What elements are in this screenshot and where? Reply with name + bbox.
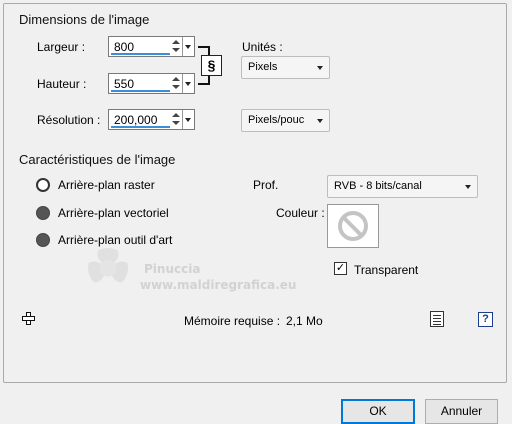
- transparent-checkbox[interactable]: ✓: [334, 262, 347, 275]
- help-icon[interactable]: ?: [478, 312, 493, 327]
- depth-label: Prof.: [253, 178, 279, 192]
- resolution-dropdown-button[interactable]: [182, 110, 194, 129]
- resolution-label: Résolution :: [37, 113, 101, 127]
- width-label: Largeur :: [37, 40, 86, 54]
- width-dropdown-button[interactable]: [182, 37, 194, 56]
- spin-down-icon[interactable]: [172, 121, 180, 125]
- vector-background-label[interactable]: Arrière-plan vectoriel: [58, 206, 169, 220]
- units-label: Unités :: [242, 40, 283, 54]
- chevron-down-icon: [317, 119, 323, 123]
- resolution-units-value: Pixels/pouc: [248, 114, 305, 126]
- cancel-button[interactable]: Annuler: [425, 399, 498, 424]
- spin-up-icon[interactable]: [172, 40, 180, 44]
- art-background-label[interactable]: Arrière-plan outil d'art: [58, 233, 172, 247]
- height-value[interactable]: 550: [114, 77, 134, 91]
- raster-background-label[interactable]: Arrière-plan raster: [58, 178, 155, 192]
- art-background-radio[interactable]: [36, 233, 50, 247]
- width-value[interactable]: 800: [114, 40, 134, 54]
- characteristics-title: Caractéristiques de l'image: [19, 152, 176, 167]
- height-label: Hauteur :: [37, 77, 87, 91]
- vector-background-radio[interactable]: [36, 206, 50, 220]
- presets-document-icon[interactable]: [430, 311, 444, 327]
- width-focus-underline: [111, 53, 170, 55]
- ok-button[interactable]: OK: [341, 399, 415, 424]
- height-focus-underline: [111, 90, 170, 92]
- height-spin-arrows[interactable]: [172, 75, 182, 92]
- color-label: Couleur :: [276, 206, 325, 220]
- height-dropdown-button[interactable]: [182, 74, 194, 93]
- expand-plus-icon[interactable]: [22, 312, 35, 325]
- spin-up-icon[interactable]: [172, 77, 180, 81]
- width-field[interactable]: 800: [108, 36, 195, 57]
- depth-select[interactable]: RVB - 8 bits/canal: [327, 175, 478, 198]
- units-select[interactable]: Pixels: [241, 56, 330, 79]
- resolution-value[interactable]: 200,000: [114, 113, 157, 127]
- memory-value: 2,1 Mo: [286, 314, 323, 328]
- no-color-icon: [338, 211, 368, 241]
- resolution-field[interactable]: 200,000: [108, 109, 195, 130]
- width-spin-arrows[interactable]: [172, 38, 182, 55]
- resolution-spin-arrows[interactable]: [172, 111, 182, 128]
- spin-up-icon[interactable]: [172, 113, 180, 117]
- spin-down-icon[interactable]: [172, 48, 180, 52]
- link-bracket-bottom: [198, 75, 210, 85]
- chevron-down-icon: [465, 185, 471, 189]
- transparent-label[interactable]: Transparent: [354, 263, 418, 277]
- dimensions-title: Dimensions de l'image: [19, 12, 150, 27]
- raster-background-radio[interactable]: [36, 178, 50, 192]
- height-field[interactable]: 550: [108, 73, 195, 94]
- spin-down-icon[interactable]: [172, 85, 180, 89]
- chevron-down-icon: [317, 66, 323, 70]
- units-value: Pixels: [248, 61, 278, 73]
- link-aspect-icon[interactable]: §: [201, 55, 222, 76]
- resolution-focus-underline: [111, 126, 170, 128]
- resolution-units-select[interactable]: Pixels/pouc: [241, 109, 330, 132]
- depth-value: RVB - 8 bits/canal: [334, 180, 422, 192]
- memory-label: Mémoire requise :: [184, 314, 281, 328]
- color-swatch[interactable]: [327, 204, 379, 248]
